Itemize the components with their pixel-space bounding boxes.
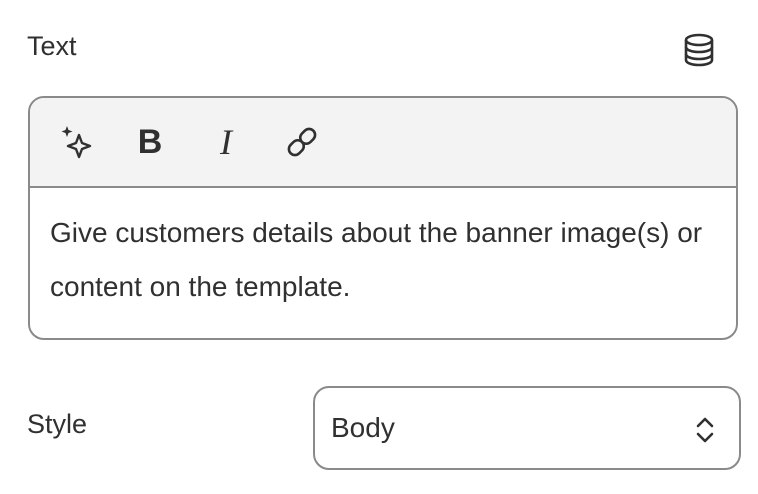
database-icon[interactable]: [682, 32, 716, 68]
style-select[interactable]: Body: [313, 386, 741, 470]
editor-toolbar: B I: [30, 98, 736, 188]
select-chevrons-icon: [693, 412, 717, 448]
bold-button[interactable]: B: [128, 120, 172, 164]
rich-text-editor[interactable]: B I Give customers details about the ban…: [28, 96, 738, 340]
sparkle-icon[interactable]: [54, 120, 98, 164]
text-field-label: Text: [27, 31, 77, 61]
style-field-label: Style: [27, 409, 88, 439]
style-select-value: Body: [331, 412, 395, 443]
link-icon[interactable]: [280, 120, 324, 164]
editor-content[interactable]: Give customers details about the banner …: [50, 206, 716, 314]
italic-button[interactable]: I: [204, 120, 248, 164]
